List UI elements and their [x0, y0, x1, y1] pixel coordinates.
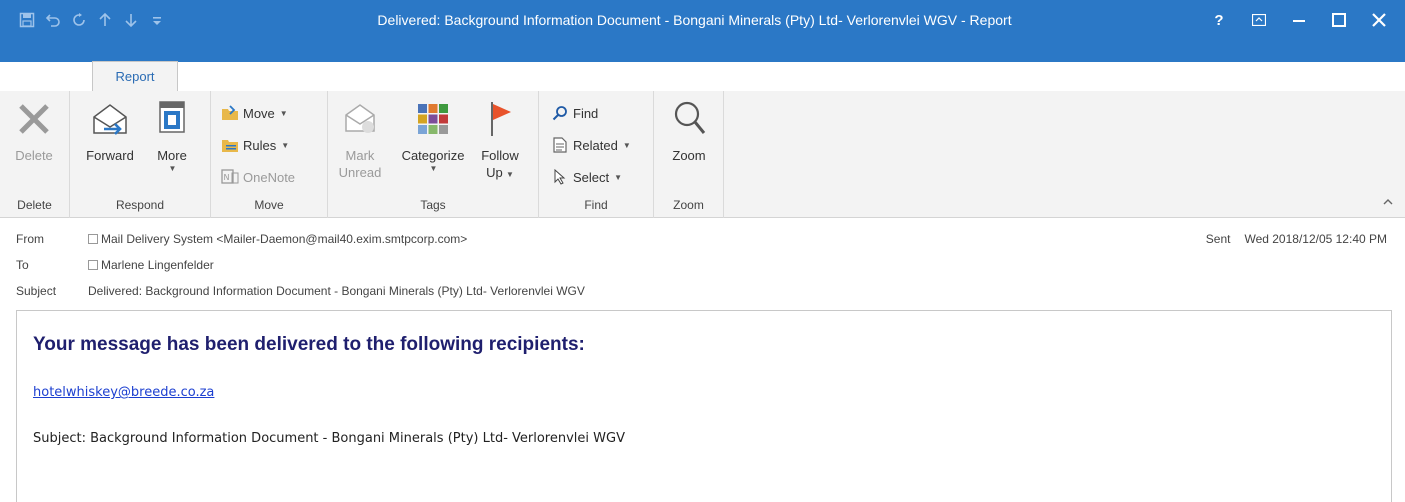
rules-icon: [221, 136, 239, 154]
svg-text:N: N: [224, 173, 230, 182]
tab-report[interactable]: Report: [92, 61, 178, 92]
message-subject-line: Subject: Background Information Document…: [33, 431, 625, 446]
ribbon: Delete Delete Forward More ▼ Respond Mov…: [0, 91, 1405, 218]
subject-label: Subject: [16, 284, 57, 298]
onenote-icon: N: [221, 168, 239, 186]
cursor-icon: [551, 168, 569, 186]
group-label-delete: Delete: [17, 198, 52, 212]
related-button[interactable]: Related ▼: [551, 133, 631, 157]
move-folder-icon: [221, 104, 239, 122]
ribbon-display-icon[interactable]: [1241, 6, 1277, 34]
tab-file[interactable]: File: [4, 61, 57, 92]
message-header: From Mail Delivery System <Mailer-Daemon…: [0, 219, 1405, 309]
group-label-move: Move: [254, 198, 284, 212]
related-document-icon: [551, 136, 569, 154]
forward-button[interactable]: Forward: [80, 97, 140, 164]
more-dropdown-caret: ▼: [168, 164, 177, 173]
move-button[interactable]: Move ▼: [221, 101, 288, 125]
from-value[interactable]: Mail Delivery System <Mailer-Daemon@mail…: [88, 232, 467, 246]
to-contact-checkbox[interactable]: [88, 260, 98, 270]
zoom-button[interactable]: Zoom: [664, 97, 714, 164]
group-label-tags: Tags: [420, 198, 446, 212]
group-label-respond: Respond: [115, 198, 165, 212]
window-title: Delivered: Background Information Docume…: [377, 12, 1012, 28]
ribbon-tabs: File Report: [0, 61, 1405, 92]
title-bar: Delivered: Background Information Docume…: [0, 0, 1405, 62]
search-icon: [551, 104, 569, 122]
message-heading: Your message has been delivered to the f…: [33, 334, 585, 355]
more-button[interactable]: More ▼: [150, 97, 194, 173]
group-tags: Mark Unread Categorize ▼ Follow Up ▼ Tags: [328, 91, 539, 218]
follow-up-button[interactable]: Follow Up ▼: [476, 97, 524, 183]
forward-icon: [89, 97, 131, 141]
sent-field: Sent Wed 2018/12/05 12:40 PM: [1205, 232, 1387, 246]
more-respond-icon: [151, 97, 193, 141]
magnifier-icon: [668, 97, 710, 141]
maximize-icon[interactable]: [1321, 6, 1357, 34]
group-respond: Forward More ▼ Respond: [70, 91, 211, 218]
mark-unread-button[interactable]: Mark Unread: [336, 97, 384, 181]
recipient-link[interactable]: hotelwhiskey@breede.co.za: [33, 385, 214, 400]
onenote-button[interactable]: N OneNote: [221, 165, 295, 189]
window-controls: ?: [1201, 6, 1397, 34]
collapse-ribbon-icon[interactable]: [1383, 197, 1393, 209]
message-body: Your message has been delivered to the f…: [16, 310, 1392, 502]
group-label-zoom: Zoom: [673, 198, 704, 212]
subject-value: Delivered: Background Information Docume…: [88, 284, 585, 298]
delete-button[interactable]: Delete: [8, 97, 60, 164]
help-icon[interactable]: ?: [1201, 6, 1237, 34]
flag-icon: [479, 97, 521, 141]
minimize-icon[interactable]: [1281, 6, 1317, 34]
find-button[interactable]: Find: [551, 101, 598, 125]
rules-button[interactable]: Rules ▼: [221, 133, 289, 157]
group-move: Move ▼ Rules ▼ N OneNote Move: [211, 91, 328, 218]
to-value[interactable]: Marlene Lingenfelder: [88, 258, 214, 272]
to-label: To: [16, 258, 29, 272]
categorize-button[interactable]: Categorize ▼: [394, 97, 472, 173]
group-zoom: Zoom Zoom: [654, 91, 724, 218]
from-contact-checkbox[interactable]: [88, 234, 98, 244]
categorize-icon: [412, 97, 454, 141]
close-icon[interactable]: [1361, 6, 1397, 34]
mark-unread-icon: [339, 97, 381, 141]
select-button[interactable]: Select ▼: [551, 165, 622, 189]
delete-icon: [13, 97, 55, 141]
group-delete: Delete Delete: [0, 91, 70, 218]
group-find: Find Related ▼ Select ▼ Find: [539, 91, 654, 218]
from-label: From: [16, 232, 44, 246]
group-label-find: Find: [584, 198, 608, 212]
